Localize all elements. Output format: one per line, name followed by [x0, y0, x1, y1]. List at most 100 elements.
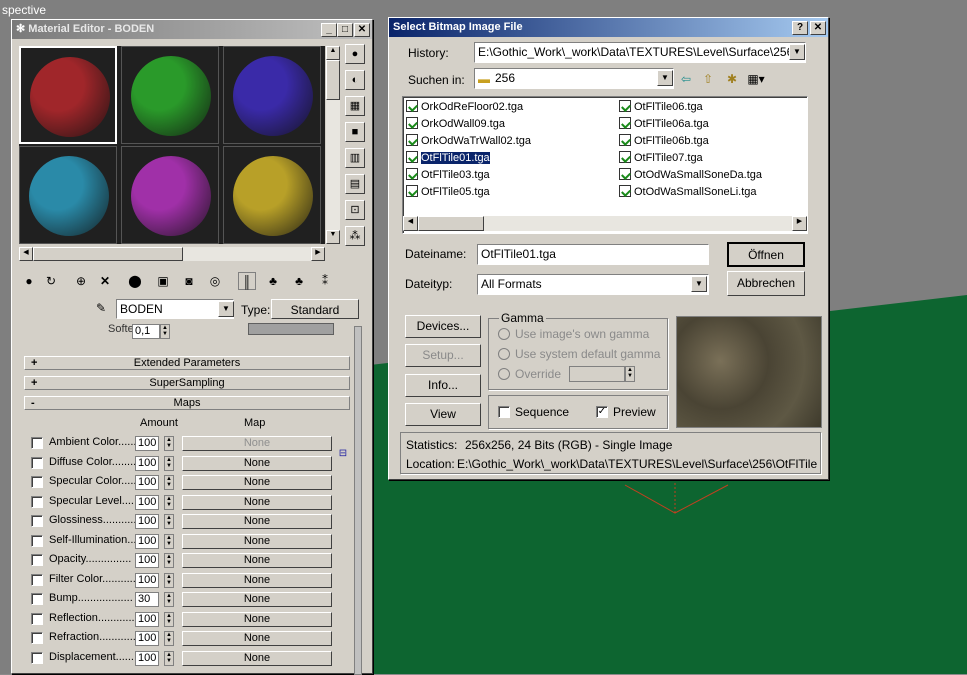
map-amount-spinner[interactable]: ▲ ▼ — [164, 611, 174, 627]
lock-icon[interactable]: ⊟ — [336, 448, 350, 462]
go-forward-sibling-icon[interactable]: ♣ — [290, 272, 308, 290]
material-type-button[interactable]: Standard — [271, 299, 359, 319]
map-slot-button[interactable]: None — [182, 494, 332, 510]
map-amount-field[interactable]: 100 — [135, 436, 159, 451]
scroll-up-icon[interactable]: ▲ — [326, 46, 340, 60]
sample-uv-icon[interactable]: ■ — [345, 122, 365, 142]
material-effects-channel-icon[interactable]: ◙ — [180, 272, 198, 290]
file-item[interactable]: OtOdWaSmallSoneLi.tga — [619, 184, 804, 201]
gamma-spinner[interactable]: ▲ ▼ — [625, 366, 635, 382]
setup-button[interactable]: Setup... — [405, 344, 481, 367]
scroll-thumb[interactable] — [326, 60, 340, 100]
go-to-parent-icon[interactable]: ♣ — [264, 272, 282, 290]
scroll-left-icon[interactable]: ◀ — [403, 216, 418, 231]
file-item[interactable]: OtFlTile06b.tga — [619, 133, 804, 150]
lookin-dropdown-icon[interactable]: ▼ — [657, 70, 673, 86]
map-amount-field[interactable]: 100 — [135, 455, 159, 471]
scroll-left-icon[interactable]: ◀ — [19, 247, 33, 261]
background-checker-icon[interactable]: ▦ — [345, 96, 365, 116]
file-list-hscroll[interactable]: ◀ ▶ — [403, 216, 807, 231]
preview-checkbox[interactable]: ✓ — [596, 406, 608, 418]
map-slot-button[interactable]: None — [182, 592, 332, 607]
map-amount-field[interactable]: 30 — [135, 592, 159, 607]
map-enable-checkbox[interactable] — [31, 437, 43, 449]
map-enable-checkbox[interactable] — [31, 612, 43, 625]
map-slot-button[interactable]: None — [182, 514, 332, 529]
file-item[interactable]: OrkOdWaTrWall02.tga — [406, 133, 606, 150]
map-slot-button[interactable]: None — [182, 533, 332, 549]
new-folder-icon[interactable]: ✱ — [723, 70, 741, 88]
map-amount-field[interactable]: 100 — [135, 650, 159, 666]
close-button[interactable]: ✕ — [354, 23, 370, 37]
map-enable-checkbox[interactable] — [31, 495, 43, 508]
map-amount-field[interactable]: 100 — [135, 572, 159, 588]
map-amount-spinner[interactable]: ▲ ▼ — [164, 533, 174, 549]
material-navigator-icon[interactable]: ⁑ — [316, 272, 334, 290]
viewport-label[interactable]: spective — [2, 3, 46, 17]
filetype-dropdown-icon[interactable]: ▼ — [691, 276, 707, 292]
video-color-check-icon[interactable]: ▥ — [345, 148, 365, 168]
select-by-material-icon[interactable]: ⁂ — [345, 226, 365, 246]
map-enable-checkbox[interactable] — [31, 573, 43, 586]
show-map-in-viewport-icon[interactable]: ◎ — [206, 272, 224, 290]
backlight-icon[interactable]: ◐ — [345, 70, 365, 90]
hscroll-thumb[interactable] — [418, 216, 484, 231]
open-button[interactable]: Öffnen — [727, 242, 805, 267]
history-combo[interactable]: E:\Gothic_Work\_work\Data\TEXTURES\Level… — [474, 42, 806, 63]
filetype-combo[interactable]: All Formats — [477, 274, 709, 295]
map-enable-checkbox[interactable] — [31, 456, 43, 469]
file-item[interactable]: OtFlTile05.tga — [406, 184, 606, 201]
map-amount-spinner[interactable]: ▲ ▼ — [164, 475, 174, 490]
map-amount-field[interactable]: 100 — [135, 631, 159, 646]
file-item[interactable]: OrkOdWall09.tga — [406, 116, 606, 133]
map-slot-button[interactable]: None — [182, 455, 332, 471]
map-amount-field[interactable]: 100 — [135, 611, 159, 627]
map-amount-field[interactable]: 100 — [135, 494, 159, 510]
file-item[interactable]: OtFlTile06a.tga — [619, 116, 804, 133]
get-material-icon[interactable]: ● — [20, 272, 38, 290]
gamma-override-field[interactable] — [569, 366, 625, 382]
assign-to-selection-icon[interactable]: ⊕ — [72, 272, 90, 290]
sample-slot-5[interactable] — [121, 146, 219, 244]
file-item[interactable]: OtFlTile07.tga — [619, 150, 804, 167]
view-button[interactable]: View — [405, 403, 481, 426]
map-amount-spinner[interactable]: ▲ ▼ — [164, 572, 174, 588]
map-slot-button[interactable]: None — [182, 611, 332, 627]
scroll-down-icon[interactable]: ▼ — [326, 230, 340, 244]
material-name-dropdown-icon[interactable]: ▼ — [218, 301, 234, 317]
map-amount-spinner[interactable]: ▲ ▼ — [164, 592, 174, 607]
file-item[interactable]: OtFlTile01.tga — [406, 150, 606, 167]
gamma-own-radio[interactable] — [498, 328, 510, 340]
scroll-right-icon[interactable]: ▶ — [311, 247, 325, 261]
map-enable-checkbox[interactable] — [31, 534, 43, 547]
map-amount-spinner[interactable]: ▲ ▼ — [164, 455, 174, 471]
show-end-result-icon[interactable]: ║ — [238, 272, 256, 290]
map-amount-field[interactable]: 100 — [135, 514, 159, 529]
map-enable-checkbox[interactable] — [31, 632, 43, 644]
up-folder-icon[interactable]: ⇧ — [699, 70, 717, 88]
sample-slot-3[interactable] — [223, 46, 321, 144]
sample-slot-4[interactable] — [19, 146, 117, 244]
maximize-button[interactable]: □ — [337, 23, 353, 37]
sequence-checkbox[interactable] — [498, 406, 510, 418]
back-icon[interactable]: ⇦ — [677, 70, 695, 88]
map-amount-spinner[interactable]: ▲ ▼ — [164, 494, 174, 510]
slots-hscroll[interactable]: ◀ ▶ — [19, 247, 325, 261]
scroll-right-icon[interactable]: ▶ — [792, 216, 807, 231]
soften-spinner[interactable]: ▲ ▼ — [160, 324, 170, 339]
put-to-scene-icon[interactable]: ↻ — [42, 272, 60, 290]
gamma-default-radio[interactable] — [498, 348, 510, 360]
panel-scroll[interactable] — [354, 326, 362, 675]
view-menu-icon[interactable]: ▦▾ — [747, 70, 765, 88]
map-enable-checkbox[interactable] — [31, 593, 43, 605]
file-item[interactable]: OtFlTile06.tga — [619, 99, 804, 116]
map-slot-button[interactable]: None — [182, 650, 332, 666]
rollout-maps[interactable]: - Maps — [24, 396, 350, 410]
filename-input[interactable]: OtFlTile01.tga — [477, 244, 709, 265]
make-preview-icon[interactable]: ▤ — [345, 174, 365, 194]
map-amount-spinner[interactable]: ▲ ▼ — [164, 631, 174, 646]
put-to-library-icon[interactable]: ▣ — [154, 272, 172, 290]
dialog-close-button[interactable]: ✕ — [810, 21, 826, 35]
map-amount-field[interactable]: 100 — [135, 533, 159, 549]
material-editor-titlebar[interactable]: ✻ Material Editor - BODEN — [12, 20, 372, 39]
